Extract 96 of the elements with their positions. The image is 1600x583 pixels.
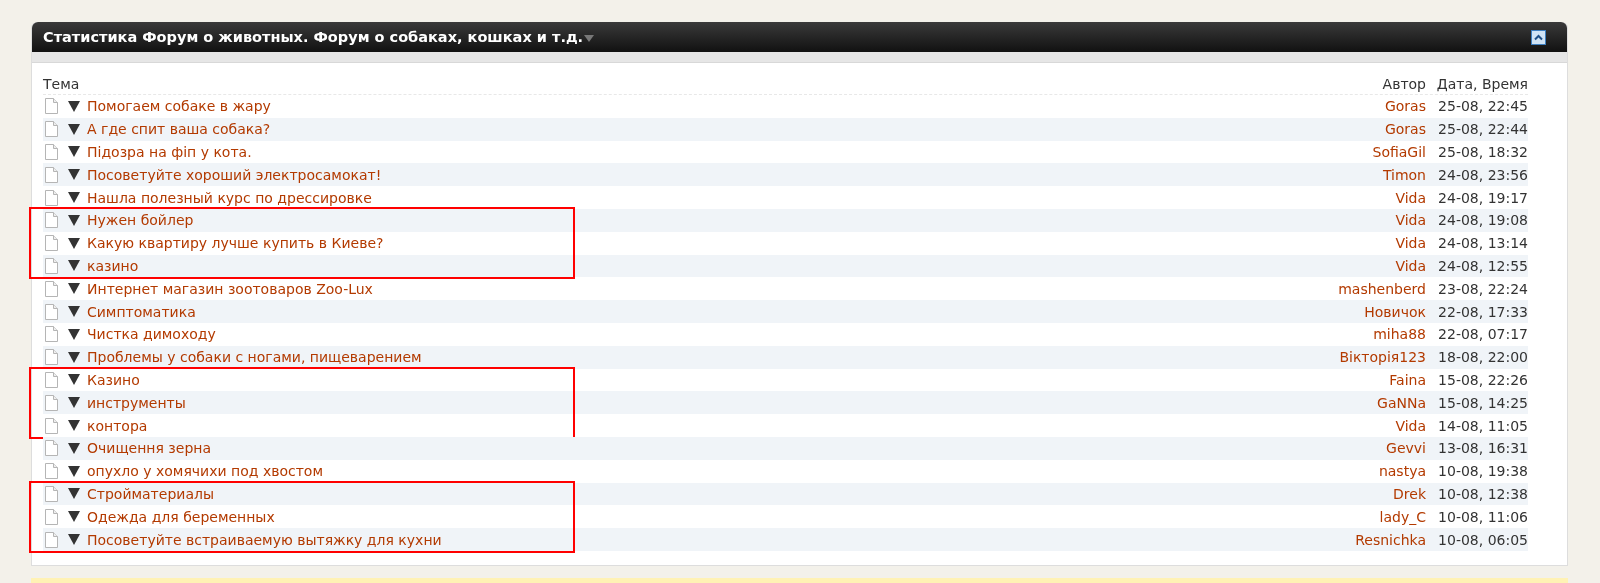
topic-link[interactable]: Какую квартиру лучше купить в Киеве? — [87, 235, 384, 252]
post-date: 10-08, 06:05 — [1437, 531, 1528, 548]
expand-triangle-icon[interactable] — [68, 397, 80, 409]
topic-link[interactable]: контора — [87, 417, 148, 434]
author-link[interactable]: SofiaGil — [1372, 144, 1426, 160]
author-link[interactable]: nastya — [1378, 463, 1426, 480]
post-date: 25-08, 22:45 — [1437, 98, 1528, 115]
expand-triangle-icon[interactable] — [68, 260, 80, 272]
post-date: 15-08, 22:26 — [1437, 371, 1528, 388]
author-link[interactable]: Vida — [1395, 212, 1426, 229]
expand-triangle-icon[interactable] — [68, 283, 80, 295]
author-link[interactable]: Faina — [1389, 371, 1426, 388]
author-link[interactable]: miha88 — [1373, 326, 1426, 343]
document-icon — [45, 98, 58, 115]
topic-link[interactable]: Проблемы у собаки с ногами, пищеварением — [87, 349, 422, 366]
topic-link[interactable]: Посоветуйте хороший электросамокат! — [87, 166, 382, 183]
expand-triangle-icon[interactable] — [68, 442, 80, 454]
document-icon — [45, 326, 58, 343]
author-link[interactable]: Vida — [1395, 417, 1426, 434]
post-date: 14-08, 11:05 — [1437, 417, 1528, 434]
expand-triangle-icon[interactable] — [68, 192, 80, 204]
author-link[interactable]: Drek — [1393, 485, 1426, 502]
post-date: 22-08, 17:33 — [1437, 303, 1528, 320]
expand-triangle-icon[interactable] — [68, 534, 80, 546]
document-icon — [45, 508, 58, 525]
post-date: 13-08, 16:31 — [1437, 440, 1528, 457]
topic-link[interactable]: Нашла полезный курс по дрессировке — [87, 189, 372, 206]
expand-triangle-icon[interactable] — [68, 488, 80, 500]
document-icon — [45, 371, 58, 388]
expand-triangle-icon[interactable] — [68, 465, 80, 477]
author-link[interactable]: Новичок — [1364, 303, 1426, 320]
expand-triangle-icon[interactable] — [68, 328, 80, 340]
author-link[interactable]: Timon — [1382, 166, 1426, 183]
topic-link[interactable]: Интернет магазин зоотоваров Zoo-Lux — [87, 280, 373, 297]
topic-link[interactable]: Казино — [87, 371, 140, 388]
column-header: Тема — [43, 75, 80, 92]
expand-triangle-icon[interactable] — [68, 123, 80, 135]
topic-link[interactable]: Посоветуйте встраиваемую вытяжку для кухни — [87, 531, 442, 548]
expand-triangle-icon[interactable] — [68, 374, 80, 386]
topic-link[interactable]: Нужен бойлер — [87, 212, 194, 229]
post-date: 24-08, 13:14 — [1437, 235, 1528, 252]
topic-link[interactable]: Одежда для беременных — [87, 508, 275, 525]
author-link[interactable]: Vida — [1395, 257, 1426, 274]
topic-link[interactable]: казино — [87, 257, 139, 274]
post-date: 10-08, 12:38 — [1437, 485, 1528, 502]
post-date: 24-08, 23:56 — [1437, 166, 1528, 183]
author-link[interactable]: lady_C — [1379, 508, 1426, 525]
collapse-icon[interactable] — [1531, 29, 1546, 45]
expand-triangle-icon[interactable] — [68, 351, 80, 363]
author-link[interactable]: Вікторія123 — [1339, 349, 1426, 366]
author-link[interactable]: GaNNa — [1377, 394, 1426, 411]
author-link[interactable]: Resnichka — [1355, 531, 1426, 548]
topic-link[interactable]: инструменты — [87, 394, 186, 411]
author-link[interactable]: Vida — [1395, 235, 1426, 252]
post-date: 24-08, 19:08 — [1437, 212, 1528, 229]
document-icon — [45, 463, 58, 480]
author-link[interactable]: Goras — [1384, 121, 1426, 138]
post-date: 10-08, 11:06 — [1437, 508, 1528, 525]
post-date: 10-08, 19:38 — [1437, 463, 1528, 480]
document-icon — [45, 144, 58, 160]
column-header: Дата, Время — [1435, 75, 1528, 92]
topic-link[interactable]: Помогаем собаке в жару — [87, 98, 271, 115]
topic-link[interactable]: А где спит ваша собака? — [87, 121, 271, 138]
expand-triangle-icon[interactable] — [68, 146, 80, 158]
post-date: 15-08, 14:25 — [1437, 394, 1528, 411]
author-link[interactable]: Vida — [1395, 189, 1426, 206]
document-icon — [45, 235, 58, 252]
post-date: 25-08, 22:44 — [1437, 121, 1528, 138]
column-header: Автор — [1382, 75, 1426, 92]
topic-link[interactable]: опухло у хомячихи под хвостом — [87, 463, 323, 480]
expand-triangle-icon[interactable] — [68, 237, 80, 249]
panel-title: Статистика Форум о животных. Форум о собаках, кошках и т.д. — [43, 29, 584, 45]
expand-triangle-icon[interactable] — [68, 511, 80, 523]
post-date: 18-08, 22:00 — [1437, 349, 1528, 366]
dropdown-caret-icon[interactable] — [584, 35, 595, 42]
expand-triangle-icon[interactable] — [68, 214, 80, 226]
post-date: 22-08, 07:17 — [1437, 326, 1528, 343]
post-date: 24-08, 19:17 — [1437, 189, 1528, 206]
expand-triangle-icon[interactable] — [68, 169, 80, 181]
document-icon — [45, 189, 58, 206]
expand-triangle-icon[interactable] — [68, 100, 80, 112]
post-date: 24-08, 12:55 — [1437, 257, 1528, 274]
topic-link[interactable]: Стройматериалы — [87, 485, 214, 502]
document-icon — [45, 280, 58, 297]
author-link[interactable]: mashenberd — [1338, 280, 1426, 297]
topic-link[interactable]: Підозра на фіп у кота. — [87, 144, 252, 160]
topic-link[interactable]: Очищення зерна — [87, 440, 212, 457]
post-date: 25-08, 18:32 — [1437, 144, 1528, 160]
post-date: 23-08, 22:24 — [1437, 280, 1528, 297]
topic-link[interactable]: Симптоматика — [87, 303, 196, 320]
document-icon — [45, 417, 58, 434]
expand-triangle-icon[interactable] — [68, 420, 80, 432]
author-link[interactable]: Gevvi — [1386, 440, 1426, 457]
author-link[interactable]: Goras — [1384, 98, 1426, 115]
topic-link[interactable]: Чистка димоходу — [87, 326, 216, 343]
expand-triangle-icon[interactable] — [68, 306, 80, 318]
